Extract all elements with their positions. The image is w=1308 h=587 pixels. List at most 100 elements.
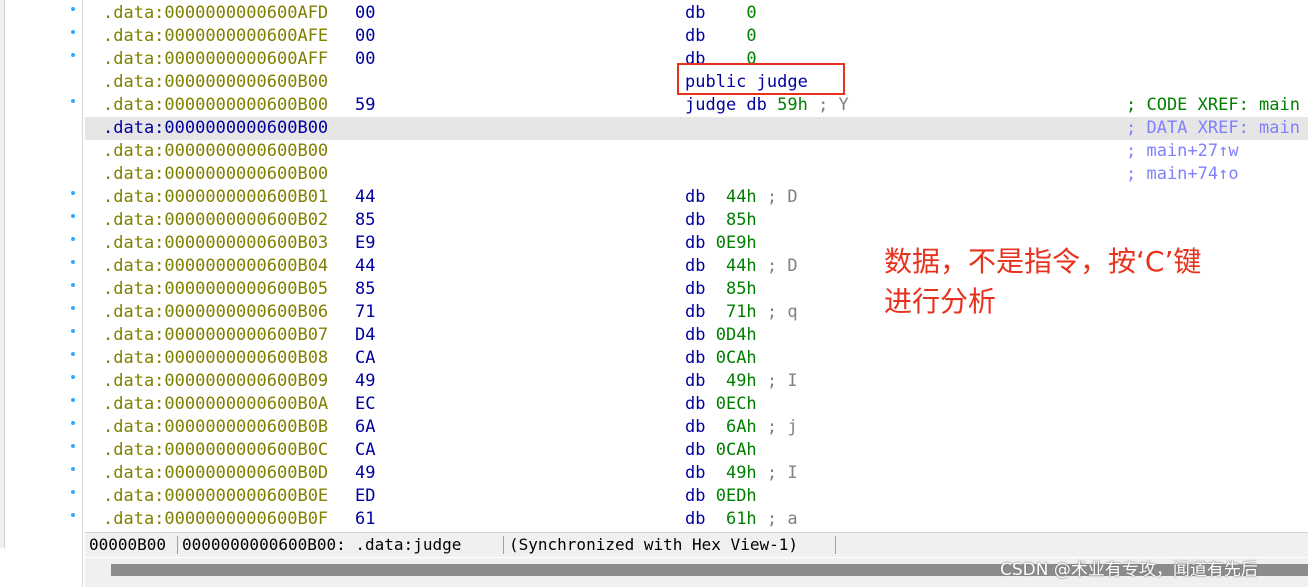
instruction-keyword[interactable]: db bbox=[685, 210, 705, 230]
instruction-operand[interactable]: 61h bbox=[705, 509, 757, 529]
row-address[interactable]: .data:0000000000600B00 bbox=[103, 140, 328, 163]
listing-row[interactable]: .data:0000000000600AFD 00 db 0 bbox=[85, 2, 1308, 25]
instruction-operand[interactable]: 0E9h bbox=[705, 233, 757, 253]
instruction-keyword[interactable]: db bbox=[685, 233, 705, 253]
row-address[interactable]: .data:0000000000600B00 bbox=[103, 71, 328, 94]
instruction-keyword[interactable]: db bbox=[685, 486, 705, 506]
row-address[interactable]: .data:0000000000600B0A bbox=[103, 393, 328, 416]
instruction-operand[interactable]: 0EDh bbox=[705, 486, 757, 506]
row-address[interactable]: .data:0000000000600B00 bbox=[103, 117, 328, 140]
instruction-operand[interactable]: 85h bbox=[705, 210, 757, 230]
row-address[interactable]: .data:0000000000600B09 bbox=[103, 370, 328, 393]
row-address[interactable]: .data:0000000000600B05 bbox=[103, 278, 328, 301]
instruction-operand[interactable]: 49h bbox=[705, 371, 757, 391]
listing-row[interactable]: .data:0000000000600B0D 49 db 49h ; I bbox=[85, 462, 1308, 485]
row-instruction[interactable]: db 0CAh bbox=[685, 439, 757, 462]
row-instruction[interactable]: db 71h ; q bbox=[685, 301, 798, 324]
row-address[interactable]: .data:0000000000600B0E bbox=[103, 485, 328, 508]
instruction-keyword[interactable]: db bbox=[685, 26, 705, 46]
listing-row[interactable]: .data:0000000000600B0B 6A db 6Ah ; j bbox=[85, 416, 1308, 439]
row-address[interactable]: .data:0000000000600AFF bbox=[103, 48, 328, 71]
xref-comment[interactable]: ; main+27↑w bbox=[1126, 140, 1239, 163]
xref-comment[interactable]: ; main+74↑o bbox=[1126, 163, 1239, 186]
row-address[interactable]: .data:0000000000600B01 bbox=[103, 186, 328, 209]
row-instruction[interactable]: db 0 bbox=[685, 2, 757, 25]
instruction-keyword[interactable]: db bbox=[685, 440, 705, 460]
instruction-operand[interactable]: 0 bbox=[705, 49, 756, 69]
row-address[interactable]: .data:0000000000600AFE bbox=[103, 25, 328, 48]
row-instruction[interactable]: db 0 bbox=[685, 48, 757, 71]
row-instruction[interactable]: db 44h ; D bbox=[685, 255, 798, 278]
row-instruction[interactable]: db 6Ah ; j bbox=[685, 416, 798, 439]
row-address[interactable]: .data:0000000000600B0D bbox=[103, 462, 328, 485]
listing-row[interactable]: .data:0000000000600B00 ; DATA XREF: main bbox=[85, 117, 1308, 140]
listing-row[interactable]: .data:0000000000600B0F 61 db 61h ; a bbox=[85, 508, 1308, 530]
listing-row[interactable]: .data:0000000000600AFF 00 db 0 bbox=[85, 48, 1308, 71]
row-instruction[interactable]: db 44h ; D bbox=[685, 186, 798, 209]
instruction-operand[interactable]: 44h bbox=[705, 187, 757, 207]
xref-comment[interactable]: ; DATA XREF: main bbox=[1126, 117, 1300, 140]
row-instruction[interactable]: judge db 59h ; Y bbox=[685, 94, 849, 117]
row-address[interactable]: .data:0000000000600B03 bbox=[103, 232, 328, 255]
listing-row[interactable]: .data:0000000000600B09 49 db 49h ; I bbox=[85, 370, 1308, 393]
row-instruction[interactable]: db 85h bbox=[685, 209, 757, 232]
instruction-keyword[interactable]: db bbox=[685, 394, 705, 414]
row-address[interactable]: .data:0000000000600B02 bbox=[103, 209, 328, 232]
instruction-operand[interactable]: 0CAh bbox=[705, 440, 757, 460]
row-instruction[interactable]: db 0 bbox=[685, 25, 757, 48]
instruction-keyword[interactable]: db bbox=[685, 348, 705, 368]
listing-row[interactable]: .data:0000000000600B00 ; main+27↑w bbox=[85, 140, 1308, 163]
row-address[interactable]: .data:0000000000600B0F bbox=[103, 508, 328, 530]
row-instruction[interactable]: db 61h ; a bbox=[685, 508, 798, 530]
instruction-operand[interactable]: 44h bbox=[705, 256, 757, 276]
row-instruction[interactable]: db 0ECh bbox=[685, 393, 757, 416]
instruction-operand[interactable]: 71h bbox=[705, 302, 757, 322]
row-instruction[interactable]: db 0D4h bbox=[685, 324, 757, 347]
instruction-keyword[interactable]: db bbox=[685, 3, 705, 23]
listing-row[interactable]: .data:0000000000600B0A EC db 0ECh bbox=[85, 393, 1308, 416]
listing-row[interactable]: .data:0000000000600B00 59 judge db 59h ; Y… bbox=[85, 94, 1308, 117]
instruction-keyword[interactable]: public judge bbox=[685, 72, 808, 92]
xref-comment[interactable]: ; CODE XREF: main bbox=[1126, 94, 1300, 117]
instruction-keyword[interactable]: db bbox=[685, 279, 705, 299]
listing-row[interactable]: .data:0000000000600B02 85 db 85h bbox=[85, 209, 1308, 232]
listing-row[interactable]: .data:0000000000600B01 44 db 44h ; D bbox=[85, 186, 1308, 209]
instruction-keyword[interactable]: db bbox=[685, 371, 705, 391]
row-address[interactable]: .data:0000000000600B00 bbox=[103, 163, 328, 186]
instruction-operand[interactable]: 0CAh bbox=[705, 348, 757, 368]
instruction-operand[interactable]: 0ECh bbox=[705, 394, 757, 414]
row-address[interactable]: .data:0000000000600B0B bbox=[103, 416, 328, 439]
instruction-keyword[interactable]: db bbox=[685, 49, 705, 69]
listing-row[interactable]: .data:0000000000600B0E ED db 0EDh bbox=[85, 485, 1308, 508]
listing-row[interactable]: .data:0000000000600B0C CA db 0CAh bbox=[85, 439, 1308, 462]
row-address[interactable]: .data:0000000000600B07 bbox=[103, 324, 328, 347]
instruction-operand[interactable]: 49h bbox=[705, 463, 757, 483]
instruction-keyword[interactable]: db bbox=[685, 325, 705, 345]
row-address[interactable]: .data:0000000000600B04 bbox=[103, 255, 328, 278]
row-address[interactable]: .data:0000000000600B08 bbox=[103, 347, 328, 370]
row-instruction[interactable]: db 0EDh bbox=[685, 485, 757, 508]
instruction-operand[interactable]: 59h bbox=[767, 95, 808, 115]
row-address[interactable]: .data:0000000000600AFD bbox=[103, 2, 328, 25]
row-instruction[interactable]: db 49h ; I bbox=[685, 462, 798, 485]
row-instruction[interactable]: db 49h ; I bbox=[685, 370, 798, 393]
instruction-operand[interactable]: 85h bbox=[705, 279, 757, 299]
instruction-operand[interactable]: 6Ah bbox=[705, 417, 757, 437]
instruction-operand[interactable]: 0 bbox=[705, 3, 756, 23]
listing-row[interactable]: .data:0000000000600B00 ; main+74↑o bbox=[85, 163, 1308, 186]
row-address[interactable]: .data:0000000000600B00 bbox=[103, 94, 328, 117]
instruction-keyword[interactable]: db bbox=[685, 302, 705, 322]
instruction-operand[interactable]: 0D4h bbox=[705, 325, 757, 345]
listing-row[interactable]: .data:0000000000600AFE 00 db 0 bbox=[85, 25, 1308, 48]
listing-row[interactable]: .data:0000000000600B08 CA db 0CAh bbox=[85, 347, 1308, 370]
instruction-operand[interactable]: 0 bbox=[705, 26, 756, 46]
listing-row[interactable]: .data:0000000000600B07 D4 db 0D4h bbox=[85, 324, 1308, 347]
instruction-keyword[interactable]: db bbox=[685, 187, 705, 207]
instruction-keyword[interactable]: db bbox=[685, 509, 705, 529]
listing-row[interactable]: .data:0000000000600B00 public judge bbox=[85, 71, 1308, 94]
row-address[interactable]: .data:0000000000600B0C bbox=[103, 439, 328, 462]
instruction-keyword[interactable]: db bbox=[685, 463, 705, 483]
row-instruction[interactable]: db 0E9h bbox=[685, 232, 757, 255]
row-instruction[interactable]: db 0CAh bbox=[685, 347, 757, 370]
row-instruction[interactable]: public judge bbox=[685, 71, 808, 94]
